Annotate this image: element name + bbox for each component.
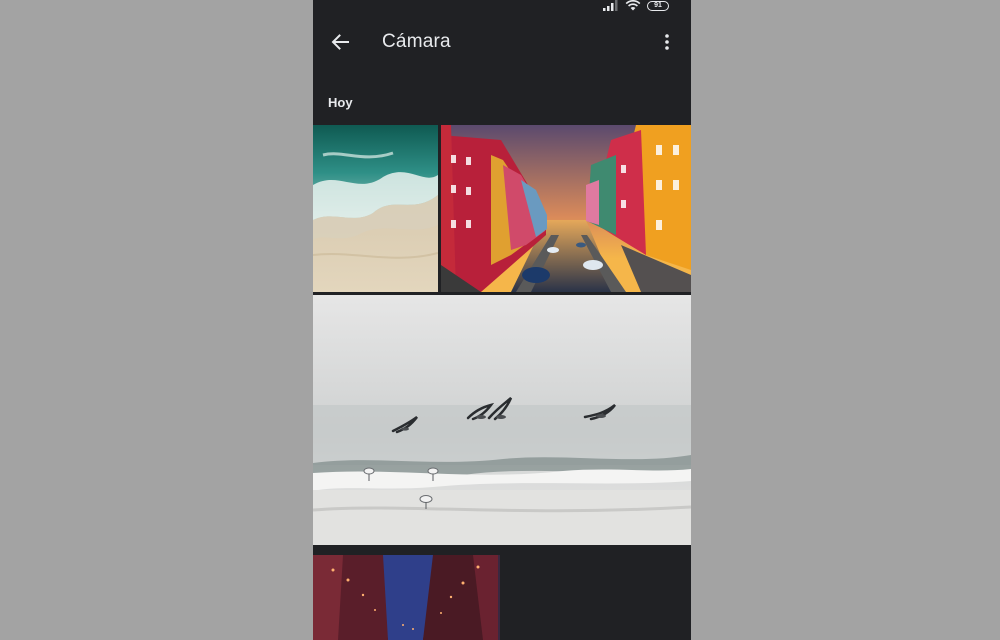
wifi-icon — [625, 0, 641, 11]
seagulls-image — [313, 295, 691, 545]
status-icons: 91 — [603, 0, 669, 11]
battery-icon: 91 — [647, 0, 669, 11]
photo-thumbnail-canal[interactable] — [441, 125, 691, 292]
canal-image — [441, 125, 691, 292]
screenshot-stage: 91 Cámara Hoy — [0, 0, 1000, 640]
more-vertical-icon — [665, 34, 669, 50]
date-section-title: Hoy — [328, 95, 353, 110]
page-title: Cámara — [382, 31, 451, 52]
photo-thumbnail-seagulls[interactable] — [313, 295, 691, 545]
arrow-back-icon — [331, 34, 349, 50]
back-button[interactable] — [327, 29, 353, 55]
phone-screen: 91 Cámara Hoy — [313, 0, 691, 640]
more-options-button[interactable] — [657, 29, 677, 55]
app-bar: Cámara — [313, 14, 691, 70]
battery-level: 91 — [654, 1, 662, 9]
photo-thumbnail-night-street[interactable] — [313, 555, 500, 640]
signal-icon — [603, 0, 618, 11]
status-bar: 91 — [313, 0, 691, 14]
beach-image — [313, 125, 438, 292]
night-street-image — [313, 555, 500, 640]
photo-thumbnail-beach[interactable] — [313, 125, 438, 292]
